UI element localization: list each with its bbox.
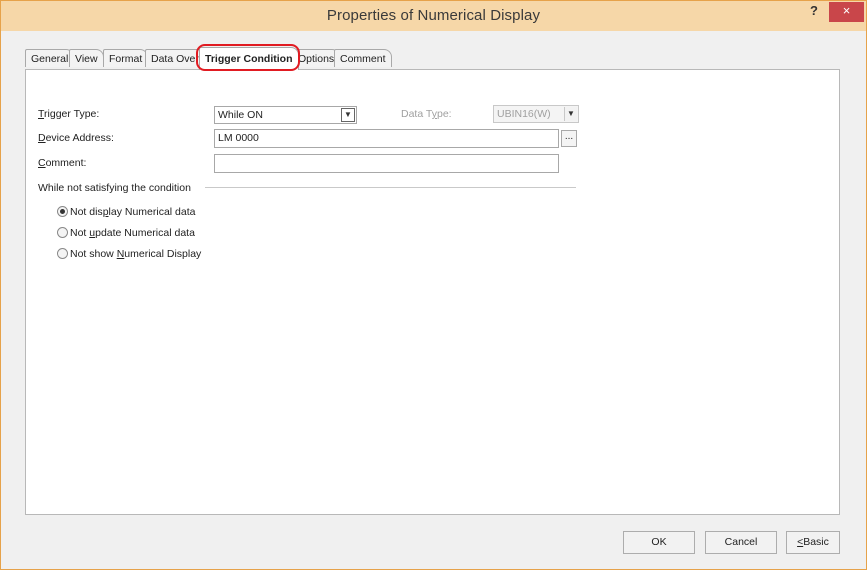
chevron-down-icon[interactable]: ▼ bbox=[341, 108, 355, 122]
data-type-select: UBIN16(W) ▼ bbox=[493, 105, 579, 123]
properties-dialog: Properties of Numerical Display ? × Gene… bbox=[0, 0, 867, 570]
radio-button[interactable] bbox=[57, 248, 68, 259]
tab-view[interactable]: View bbox=[69, 49, 104, 67]
trigger-type-value: While ON bbox=[218, 109, 263, 121]
ok-button[interactable]: OK bbox=[623, 531, 695, 554]
tab-highlight-marker bbox=[196, 44, 300, 71]
tab-comment[interactable]: Comment bbox=[334, 49, 392, 67]
trigger-type-label: Trigger Type: bbox=[38, 108, 100, 120]
device-address-input[interactable]: LM 0000 bbox=[214, 129, 559, 148]
data-type-label: Data Type: bbox=[401, 108, 452, 120]
radio-not-show-numerical-display[interactable]: Not show Numerical Display bbox=[57, 248, 201, 262]
trigger-type-select[interactable]: While ON ▼ bbox=[214, 106, 357, 124]
radio-not-display-numerical-data[interactable]: Not display Numerical data bbox=[57, 206, 195, 220]
tab-general[interactable]: General bbox=[25, 49, 75, 67]
device-address-label: Device Address: bbox=[38, 132, 114, 144]
browse-device-address-button[interactable]: ... bbox=[561, 130, 577, 147]
condition-group-heading: While not satisfying the condition bbox=[38, 182, 191, 194]
dialog-title: Properties of Numerical Display bbox=[326, 7, 541, 24]
radio-not-update-numerical-data[interactable]: Not update Numerical data bbox=[57, 227, 195, 241]
close-button[interactable]: × bbox=[829, 2, 864, 22]
data-type-value: UBIN16(W) bbox=[497, 108, 551, 120]
group-separator bbox=[205, 187, 576, 188]
comment-label: Comment: bbox=[38, 157, 87, 169]
tab-format[interactable]: Format bbox=[103, 49, 149, 67]
help-button[interactable]: ? bbox=[801, 2, 827, 22]
title-bar: Properties of Numerical Display ? × bbox=[1, 1, 866, 31]
cancel-button[interactable]: Cancel bbox=[705, 531, 777, 554]
chevron-down-icon: ▼ bbox=[564, 107, 577, 121]
radio-button[interactable] bbox=[57, 227, 68, 238]
radio-button-selected[interactable] bbox=[57, 206, 68, 217]
basic-button[interactable]: <Basic bbox=[786, 531, 840, 554]
comment-input[interactable] bbox=[214, 154, 559, 173]
